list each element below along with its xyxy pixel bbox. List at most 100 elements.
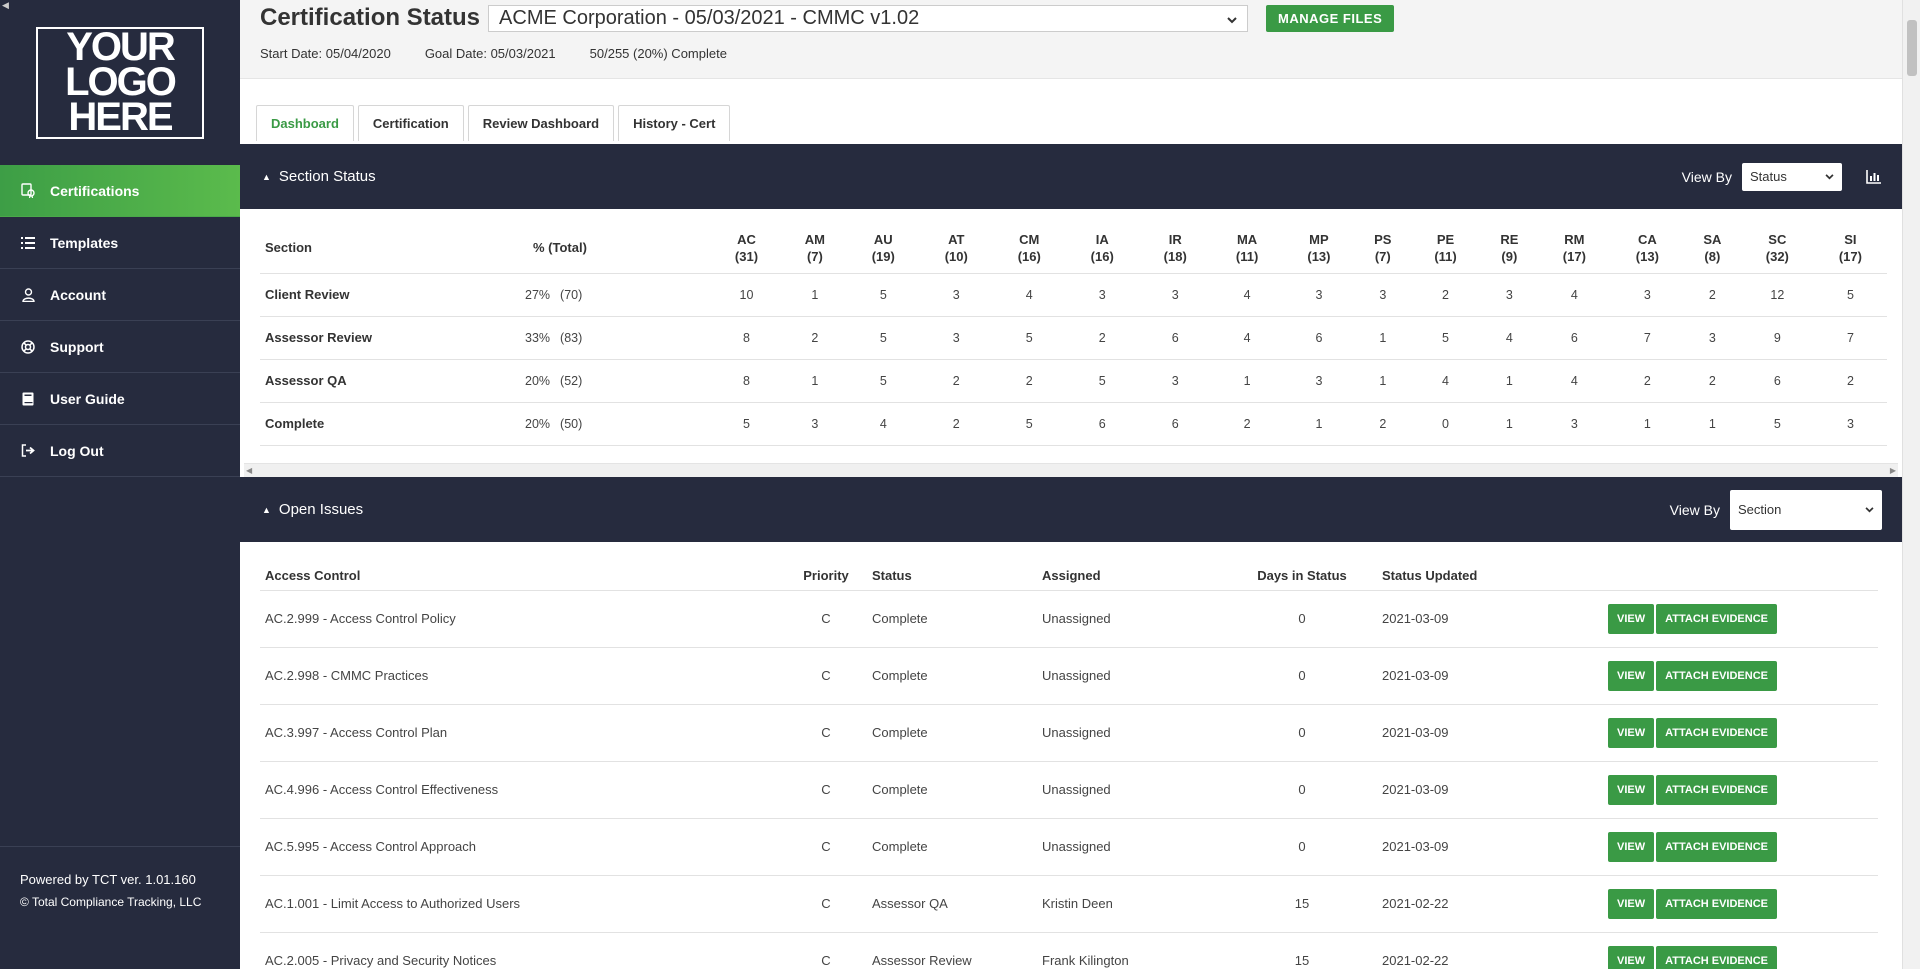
column-header-actions [1608,562,1878,591]
column-header: CM (16) [992,223,1066,274]
status-cell: 12 [1740,273,1814,317]
column-header-days: Days in Status [1222,562,1382,591]
view-button[interactable]: VIEW [1608,603,1655,634]
status-cell: 2 [1610,359,1684,403]
status-cell: 3 [782,402,847,446]
issue-control: AC.3.997 - Access Control Plan [260,704,790,762]
status-cell: 5 [992,402,1066,446]
scrollbar-thumb[interactable] [1907,20,1917,76]
lifebuoy-icon [20,339,36,355]
attach-evidence-button[interactable]: ATTACH EVIDENCE [1656,717,1777,748]
tab-review-dashboard[interactable]: Review Dashboard [467,105,615,141]
goal-date: Goal Date: 05/03/2021 [424,46,556,61]
status-cell: 3 [1065,273,1139,317]
status-cell: 5 [1410,316,1481,360]
view-button[interactable]: VIEW [1608,774,1655,805]
column-header-status: Status [862,562,1042,591]
scroll-left-arrow-icon[interactable]: ◀ [2,0,9,11]
horizontal-scrollbar[interactable]: ◀ ▶ [244,463,1898,477]
tab-certification[interactable]: Certification [357,105,464,141]
section-status-body: Section % (Total) AC (31) AM (7) AU (19) AT… [240,209,1902,477]
chevron-down-icon [1865,506,1874,512]
status-cell: 3 [1282,273,1356,317]
certification-select[interactable]: ACME Corporation - 05/03/2021 - CMMC v1.… [488,4,1249,32]
open-issues-toggle[interactable]: ▲ Open Issues [262,501,363,518]
sidebar-item-account[interactable]: Account [0,269,240,321]
status-cell: 5 [846,316,920,360]
sidebar-item-certifications[interactable]: Certifications [0,165,240,217]
status-cell: 5 [846,359,920,403]
status-view-by-select[interactable]: Status [1742,162,1842,191]
status-cell: 9 [1740,316,1814,360]
status-table-header-row: Section % (Total) AC (31) AM (7) AU (19) AT… [260,223,1887,274]
manage-files-button[interactable]: MANAGE FILES [1266,4,1395,32]
status-cell: 2 [919,402,993,446]
column-header-assigned: Assigned [1042,562,1222,591]
sidebar-item-log-out[interactable]: Log Out [0,425,240,477]
sidebar-item-templates[interactable]: Templates [0,217,240,269]
sidebar-item-support[interactable]: Support [0,321,240,373]
status-cell: 5 [846,273,920,317]
status-cell: 7 [1610,316,1684,360]
attach-evidence-button[interactable]: ATTACH EVIDENCE [1656,660,1777,691]
issue-actions: VIEW ATTACH EVIDENCE [1608,932,1878,969]
column-header: IR (18) [1138,223,1212,274]
issue-updated: 2021-03-09 [1382,704,1608,762]
status-row-pct: 20% (50) [520,402,710,446]
issue-days: 0 [1222,590,1382,648]
bar-chart-icon[interactable] [1866,169,1882,184]
view-button[interactable]: VIEW [1608,717,1655,748]
issue-actions: VIEW ATTACH EVIDENCE [1608,590,1878,648]
status-cell: 2 [1683,359,1741,403]
logo[interactable]: YOUR LOGO HERE [36,26,204,139]
column-header: MP (13) [1282,223,1356,274]
logo-line: HERE [68,95,173,139]
view-button[interactable]: VIEW [1608,945,1655,969]
view-button[interactable]: VIEW [1608,831,1655,862]
issue-assigned: Unassigned [1042,761,1222,819]
status-cell: 8 [710,359,783,403]
status-cell: 2 [1813,359,1887,403]
vertical-scrollbar[interactable] [1902,0,1920,969]
status-row: Client Review 27% (70) 10 1 5 3 4 3 3 4 3 3 2 3 4 3 2 12 5 [260,273,1887,317]
status-cell: 2 [992,359,1066,403]
view-button[interactable]: VIEW [1608,888,1655,919]
column-header: SC (32) [1740,223,1814,274]
attach-evidence-button[interactable]: ATTACH EVIDENCE [1656,888,1777,919]
sidebar-item-user-guide[interactable]: User Guide [0,373,240,425]
issue-assigned: Frank Kilington [1042,932,1222,969]
section-status-toggle[interactable]: ▲ Section Status [262,168,376,185]
issue-priority: C [790,761,862,819]
status-cell: 5 [710,402,783,446]
open-issues-panel: ▲ Open Issues View By Section Access Con… [240,477,1902,969]
column-header: AM (7) [782,223,847,274]
copyright-text: © Total Compliance Tracking, LLC [20,895,202,909]
status-cell: 6 [1537,316,1611,360]
status-cell: 4 [1480,316,1538,360]
sidebar-item-label: Certifications [50,182,140,199]
issues-view-by-select[interactable]: Section [1730,489,1882,530]
scroll-left-icon[interactable]: ◀ [246,466,252,475]
status-cell: 4 [1211,273,1283,317]
issue-assigned: Unassigned [1042,704,1222,762]
tab-dashboard[interactable]: Dashboard [256,105,354,141]
status-cell: 1 [1355,316,1411,360]
status-cell: 1 [1480,359,1538,403]
status-cell: 8 [710,316,783,360]
status-cell: 1 [1282,402,1356,446]
scroll-right-icon[interactable]: ▶ [1890,466,1896,475]
attach-evidence-button[interactable]: ATTACH EVIDENCE [1656,945,1777,969]
tab-history-cert[interactable]: History - Cert [618,105,731,141]
attach-evidence-button[interactable]: ATTACH EVIDENCE [1656,603,1777,634]
issue-control: AC.2.999 - Access Control Policy [260,590,790,648]
column-header: AC (31) [710,223,783,274]
attach-evidence-button[interactable]: ATTACH EVIDENCE [1656,831,1777,862]
status-row: Assessor QA 20% (52) 8 1 5 2 2 5 3 1 3 1 4 1 4 2 2 6 2 [260,359,1887,403]
attach-evidence-button[interactable]: ATTACH EVIDENCE [1656,774,1777,805]
status-cell: 4 [1211,316,1283,360]
issue-days: 0 [1222,704,1382,762]
list-icon [20,235,36,251]
column-header-pct: % (Total) [520,223,710,274]
view-button[interactable]: VIEW [1608,660,1655,691]
column-header-section: Section [260,223,520,274]
